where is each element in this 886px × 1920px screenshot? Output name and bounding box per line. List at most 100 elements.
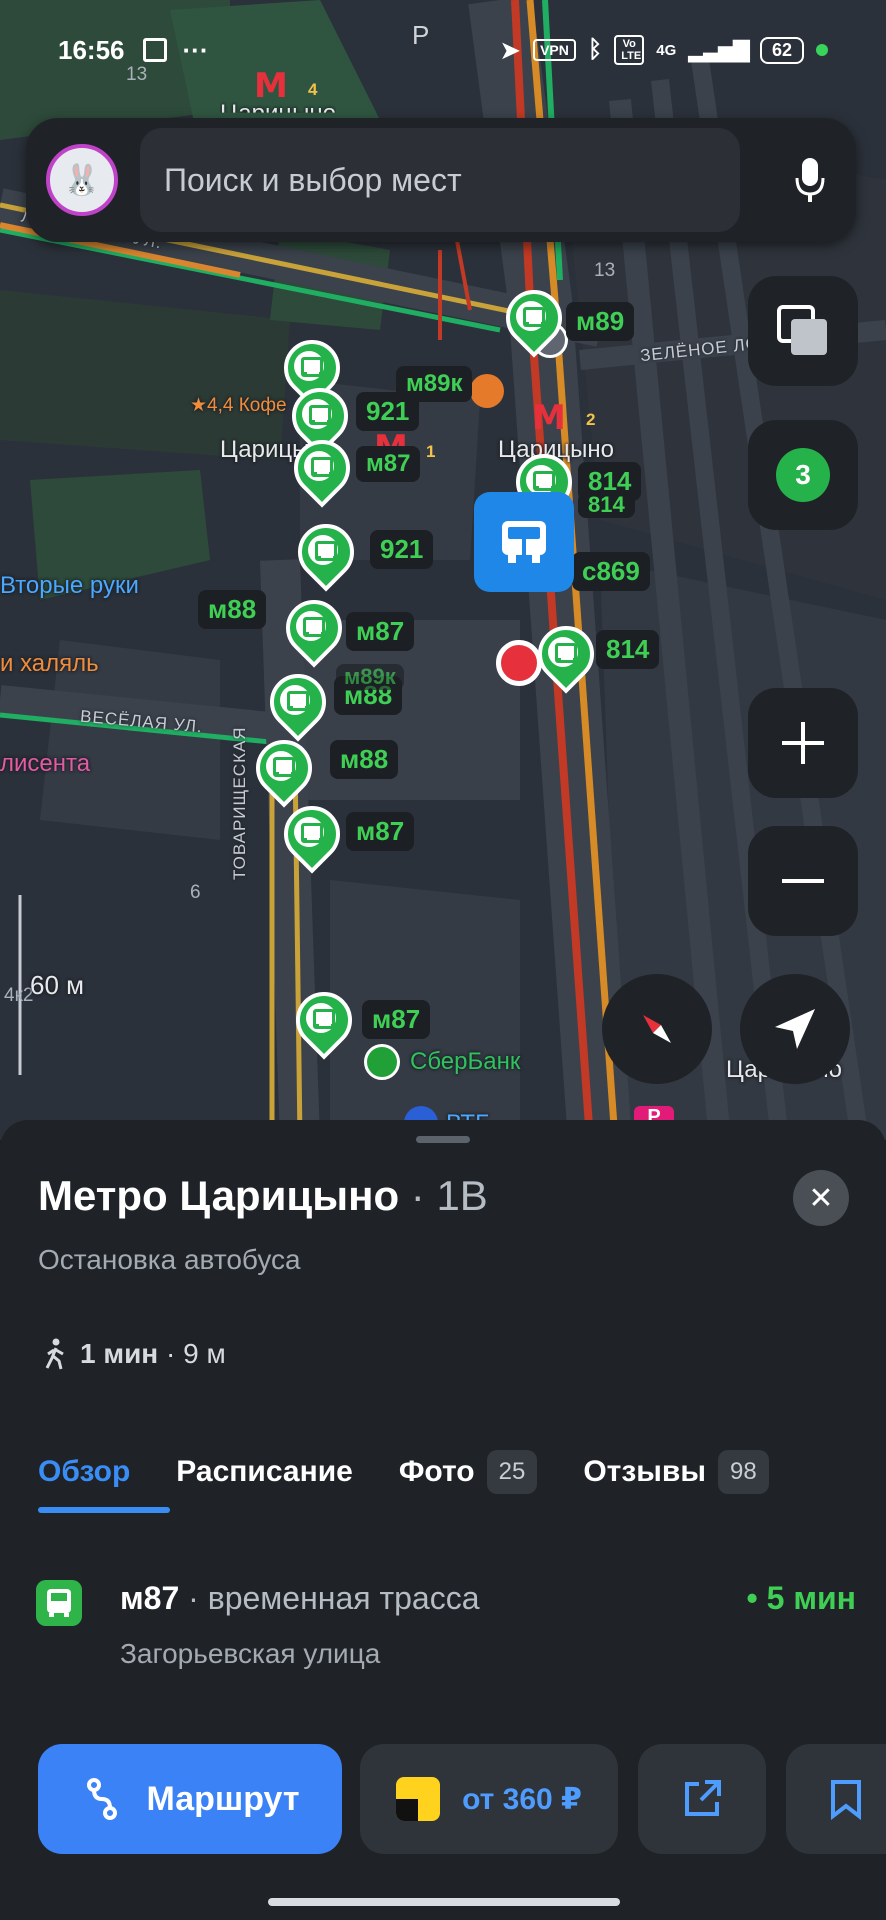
stop-platform: · 1В [399,1172,488,1219]
place-label-alisenta[interactable]: лисента [0,750,90,778]
bus-icon [302,399,332,429]
bus-stop-pin[interactable] [244,728,324,808]
place-label-cafe[interactable]: ★4,4 Кофе [190,394,287,417]
bus-stop-pin[interactable] [494,278,574,358]
reviews-count-badge: 98 [717,1450,769,1494]
metro-icon[interactable]: М [532,398,566,438]
zoom-in-button[interactable] [748,688,858,798]
route-label[interactable]: 921 [370,530,434,569]
house-number: 6 [190,882,201,903]
search-placeholder: Поиск и выбор мест [164,161,462,198]
bus-icon [304,451,334,481]
tab-photos[interactable]: Фото 25 [399,1450,538,1494]
route-label[interactable]: с869 [572,552,650,591]
route-label[interactable]: м89 [566,302,635,341]
route-icon [87,1778,118,1820]
zoom-out-button[interactable] [748,826,858,936]
route-label[interactable]: 814 [596,630,660,669]
signal-icon: ▂▃▅▇ [688,37,750,62]
route-label[interactable]: 814 [578,492,635,518]
route-label[interactable]: м87 [346,812,415,851]
bluetooth-icon: ᛒ [587,36,603,63]
stop-type: Остановка автобуса [38,1244,301,1275]
search-input[interactable]: Поиск и выбор мест [140,128,740,232]
layers-button[interactable] [748,276,858,386]
route-label[interactable]: м89к [396,366,473,402]
route-number: м87 [120,1580,180,1616]
metro-line-number: 1 [426,442,436,461]
route-label[interactable]: м87 [356,446,421,482]
bus-icon [548,637,578,667]
bus-stop-pin[interactable] [258,662,338,742]
twitch-icon [142,38,167,62]
route-list-item[interactable]: м87 · временная трасса • 5 мин Загорьевс… [36,1580,856,1710]
layers-icon [777,305,827,355]
house-number: 13 [594,260,616,281]
walking-person-icon [45,1338,64,1370]
tab-bar: Обзор Расписание Фото 25 Отзывы 98 [38,1450,769,1494]
bus-stop-pin[interactable] [286,512,366,592]
route-label[interactable]: м88 [330,740,399,779]
traffic-level-badge: 3 [776,448,830,502]
bookmark-button[interactable] [786,1744,886,1854]
walk-time: 1 мин [80,1338,159,1369]
tab-schedule[interactable]: Расписание [176,1450,353,1494]
taxi-price: от 360 ₽ [462,1782,582,1816]
route-direction: Загорьевская улица [120,1638,381,1669]
share-icon [685,1780,721,1816]
avatar[interactable]: 🐰 [46,144,118,216]
route-note: · временная трасса [179,1580,480,1616]
my-location-button[interactable] [740,974,850,1084]
walk-distance: · 9 м [158,1338,226,1369]
home-indicator[interactable] [268,1898,620,1906]
cafe-icon[interactable] [470,374,504,408]
sheet-drag-handle[interactable] [416,1136,470,1143]
bus-stop-pin[interactable] [526,614,606,694]
route-button[interactable]: Маршрут [38,1744,342,1854]
route-button-label: Маршрут [146,1779,300,1818]
bus-stop-pin[interactable] [280,376,360,456]
bus-stop-pin[interactable] [282,428,362,508]
stop-details-sheet: Метро Царицыно · 1В ✕ Остановка автобуса… [0,1120,886,1920]
place-label-second-hand[interactable]: Вторые руки [0,572,139,600]
bus-stop-pin[interactable] [284,980,364,1060]
bus-icon [502,521,546,563]
bus-icon [294,817,324,847]
place-label-sberbank[interactable]: СберБанк [410,1048,520,1076]
navigation-arrow-icon [775,1009,815,1049]
bus-stop-pin[interactable] [274,588,354,668]
bus-stop-pin[interactable] [272,794,352,874]
bus-icon [266,751,296,781]
bus-icon [280,685,310,715]
route-label[interactable]: м87 [346,612,415,651]
route-label[interactable]: м87 [362,1000,431,1039]
bus-icon [308,535,338,565]
microphone-icon[interactable] [794,156,826,204]
photos-count-badge: 25 [486,1450,538,1494]
traffic-level-button[interactable]: 3 [748,420,858,530]
bus-icon [36,1580,82,1626]
plus-icon [782,722,824,764]
close-button[interactable]: ✕ [793,1170,849,1226]
sberbank-icon[interactable] [364,1044,400,1080]
active-tab-indicator [38,1507,170,1513]
more-icon: ··· [182,34,209,65]
metro-line-number: 2 [586,410,596,429]
route-label[interactable]: м89к [336,664,404,690]
status-bar: 16:56 ··· ➤ VPN ᛒ Vo LTE 4G ▂▃▅▇ 62 [0,0,886,100]
route-label[interactable]: м88 [198,590,267,629]
place-label-halal[interactable]: и халяль [0,650,99,678]
tab-reviews[interactable]: Отзывы 98 [583,1450,769,1494]
action-bar: Маршрут от 360 ₽ [38,1744,886,1854]
bus-icon [306,1003,336,1033]
minus-icon [782,879,824,883]
selected-stop-marker[interactable] [474,492,574,592]
stop-name: Метро Царицыно [38,1172,400,1219]
bus-icon [296,611,326,641]
notification-dot [816,44,828,56]
location-icon: ➤ [499,34,522,65]
tab-overview[interactable]: Обзор [38,1450,130,1494]
compass-button[interactable] [602,974,712,1084]
taxi-button[interactable]: от 360 ₽ [360,1744,618,1854]
share-button[interactable] [638,1744,766,1854]
